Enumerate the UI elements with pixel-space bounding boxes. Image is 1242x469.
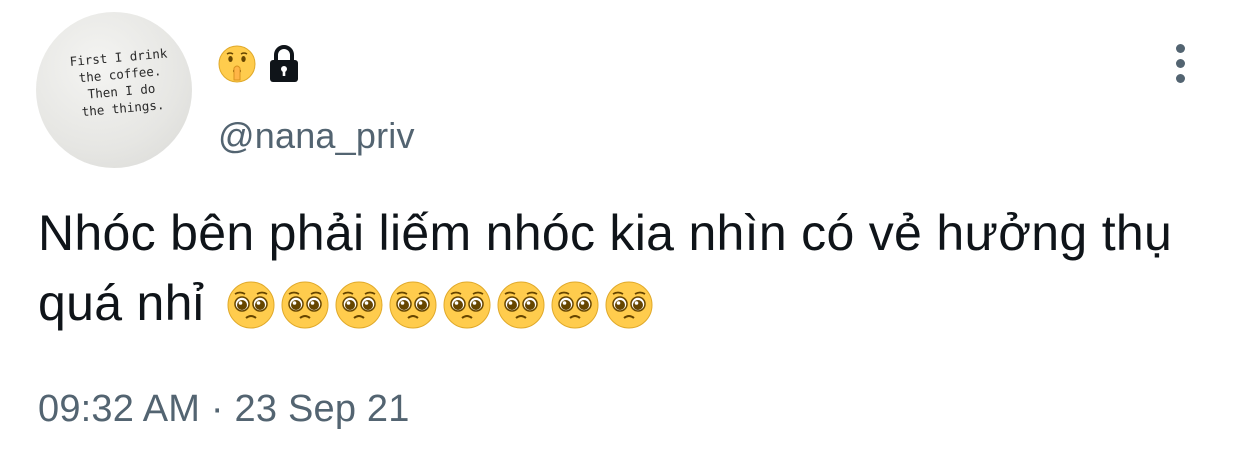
user-handle[interactable]: @nana_priv [218, 115, 415, 157]
avatar-caption: First I drink the coffee. Then I do the … [69, 45, 168, 120]
lock-icon [270, 45, 298, 82]
shushing-face-icon [218, 45, 256, 83]
pleading-face-icon [281, 281, 329, 329]
more-dot-icon [1175, 58, 1185, 68]
more-options-button[interactable] [1160, 40, 1200, 86]
pleading-face-icon [389, 281, 437, 329]
more-dot-icon [1175, 43, 1185, 53]
tweet-card: First I drink the coffee. Then I do the … [0, 0, 1242, 469]
tweet-timestamp[interactable]: 09:32 AM · 23 Sep 21 [38, 388, 410, 431]
emoji-row [226, 280, 654, 330]
pleading-face-icon [605, 281, 653, 329]
more-dot-icon [1175, 73, 1185, 83]
avatar[interactable]: First I drink the coffee. Then I do the … [36, 12, 192, 168]
display-name[interactable] [217, 42, 301, 86]
pleading-face-icon [443, 281, 491, 329]
pleading-face-icon [551, 281, 599, 329]
tweet-text: Nhóc bên phải liếm nhóc kia nhìn có vẻ h… [38, 198, 1218, 338]
pleading-face-icon [497, 281, 545, 329]
pleading-face-icon [335, 281, 383, 329]
pleading-face-icon [227, 281, 275, 329]
